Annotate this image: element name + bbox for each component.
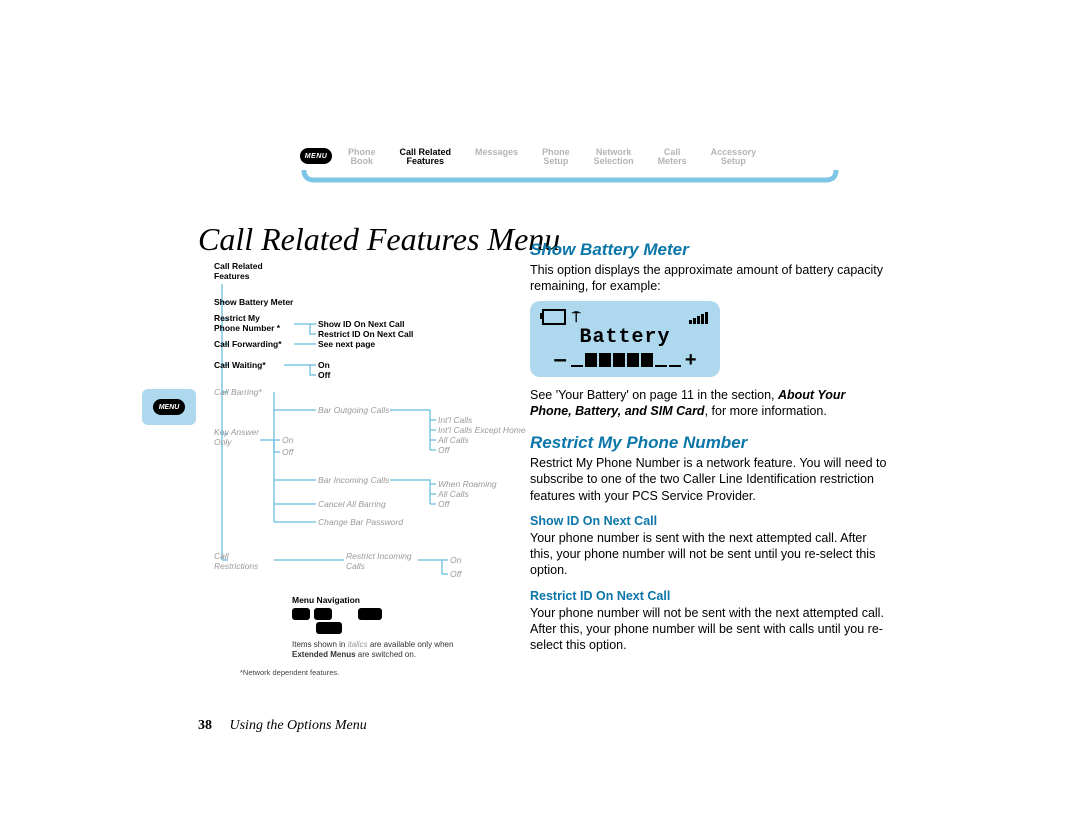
restrict-id-desc: Your phone number will not be sent with … xyxy=(530,605,890,654)
show-id-desc: Your phone number is sent with the next … xyxy=(530,530,890,579)
battery-label: Battery xyxy=(542,326,708,349)
tree-see-next: See next page xyxy=(318,340,375,350)
nav-underline xyxy=(300,170,840,184)
signal-icon xyxy=(689,310,708,324)
tree-call-waiting: Call Waiting* xyxy=(214,361,266,371)
tree-show-battery: Show Battery Meter xyxy=(214,298,293,308)
sub-show-id: Show ID On Next Call xyxy=(530,514,890,528)
show-battery-desc: This option displays the approximate amo… xyxy=(530,262,890,295)
section-restrict-number: Restrict My Phone Number xyxy=(530,433,890,453)
left-key-icon xyxy=(292,608,310,620)
content-column: Show Battery Meter This option displays … xyxy=(530,240,890,655)
menu-badge: MENU xyxy=(300,148,332,164)
nav-call-related: Call RelatedFeatures xyxy=(388,148,464,167)
battery-bar: – + xyxy=(542,349,708,372)
restrict-number-desc: Restrict My Phone Number is a network fe… xyxy=(530,455,890,504)
antenna-icon: ⍑ xyxy=(572,309,580,326)
nav-keys-row xyxy=(292,608,382,620)
sub-restrict-id: Restrict ID On Next Call xyxy=(530,589,890,603)
battery-display: ⍑ Battery – + xyxy=(530,301,720,377)
tree-bar-outgoing: Bar Outgoing Calls xyxy=(318,406,389,416)
tree-root: Call RelatedFeatures xyxy=(214,262,263,282)
page-footer: 38 Using the Options Menu xyxy=(198,718,367,734)
nav-network-selection: NetworkSelection xyxy=(582,148,646,167)
page-title: Call Related Features Menu xyxy=(198,221,560,258)
tree-ri-off: Off xyxy=(450,570,461,580)
ok-key-icon xyxy=(358,608,382,620)
tree-change-pwd: Change Bar Password xyxy=(318,518,403,528)
tree-key-answer: Key AnswerOnly xyxy=(214,428,259,448)
tree-ka-off: Off xyxy=(282,448,293,458)
tree-restrict-incoming: Restrict IncomingCalls xyxy=(346,552,412,572)
tree-bar-incoming: Bar Incoming Calls xyxy=(318,476,389,486)
plus-icon: + xyxy=(685,349,697,372)
nav-phone-book: PhoneBook xyxy=(336,148,388,167)
tree-ri-on: On xyxy=(450,556,461,566)
tree-off-2: Off xyxy=(438,500,449,510)
nav-messages: Messages xyxy=(463,148,530,157)
tree-restrict-number: Restrict MyPhone Number * xyxy=(214,314,280,334)
show-battery-ref: See 'Your Battery' on page 11 in the sec… xyxy=(530,387,890,420)
c-key-icon xyxy=(316,622,342,634)
tree-off-1: Off xyxy=(438,446,449,456)
tree-cw-off: Off xyxy=(318,371,330,381)
margin-menu-badge: MENU xyxy=(142,389,196,425)
tree-call-restrictions: CallRestrictions xyxy=(214,552,258,572)
tree-call-barring: Call Barring* xyxy=(214,388,262,398)
legend-note: Items shown in italics are available onl… xyxy=(292,640,462,659)
footer-caption: Using the Options Menu xyxy=(230,718,367,733)
breadcrumb-nav: MENU PhoneBook Call RelatedFeatures Mess… xyxy=(300,148,840,184)
network-footnote: *Network dependent features. xyxy=(240,668,339,677)
minus-icon: – xyxy=(553,353,566,367)
menu-badge-label: MENU xyxy=(305,153,328,160)
menu-navigation-heading: Menu Navigation xyxy=(292,595,360,605)
nav-accessory-setup: AccessorySetup xyxy=(699,148,769,167)
right-key-icon xyxy=(314,608,332,620)
tree-ka-on: On xyxy=(282,436,293,446)
nav-keys-row2 xyxy=(316,622,342,634)
nav-call-meters: CallMeters xyxy=(646,148,699,167)
page-number: 38 xyxy=(198,718,212,733)
battery-icon xyxy=(542,309,566,325)
tree-cancel-barring: Cancel All Barring xyxy=(318,500,386,510)
tree-call-forwarding: Call Forwarding* xyxy=(214,340,282,350)
section-show-battery: Show Battery Meter xyxy=(530,240,890,260)
nav-phone-setup: PhoneSetup xyxy=(530,148,582,167)
